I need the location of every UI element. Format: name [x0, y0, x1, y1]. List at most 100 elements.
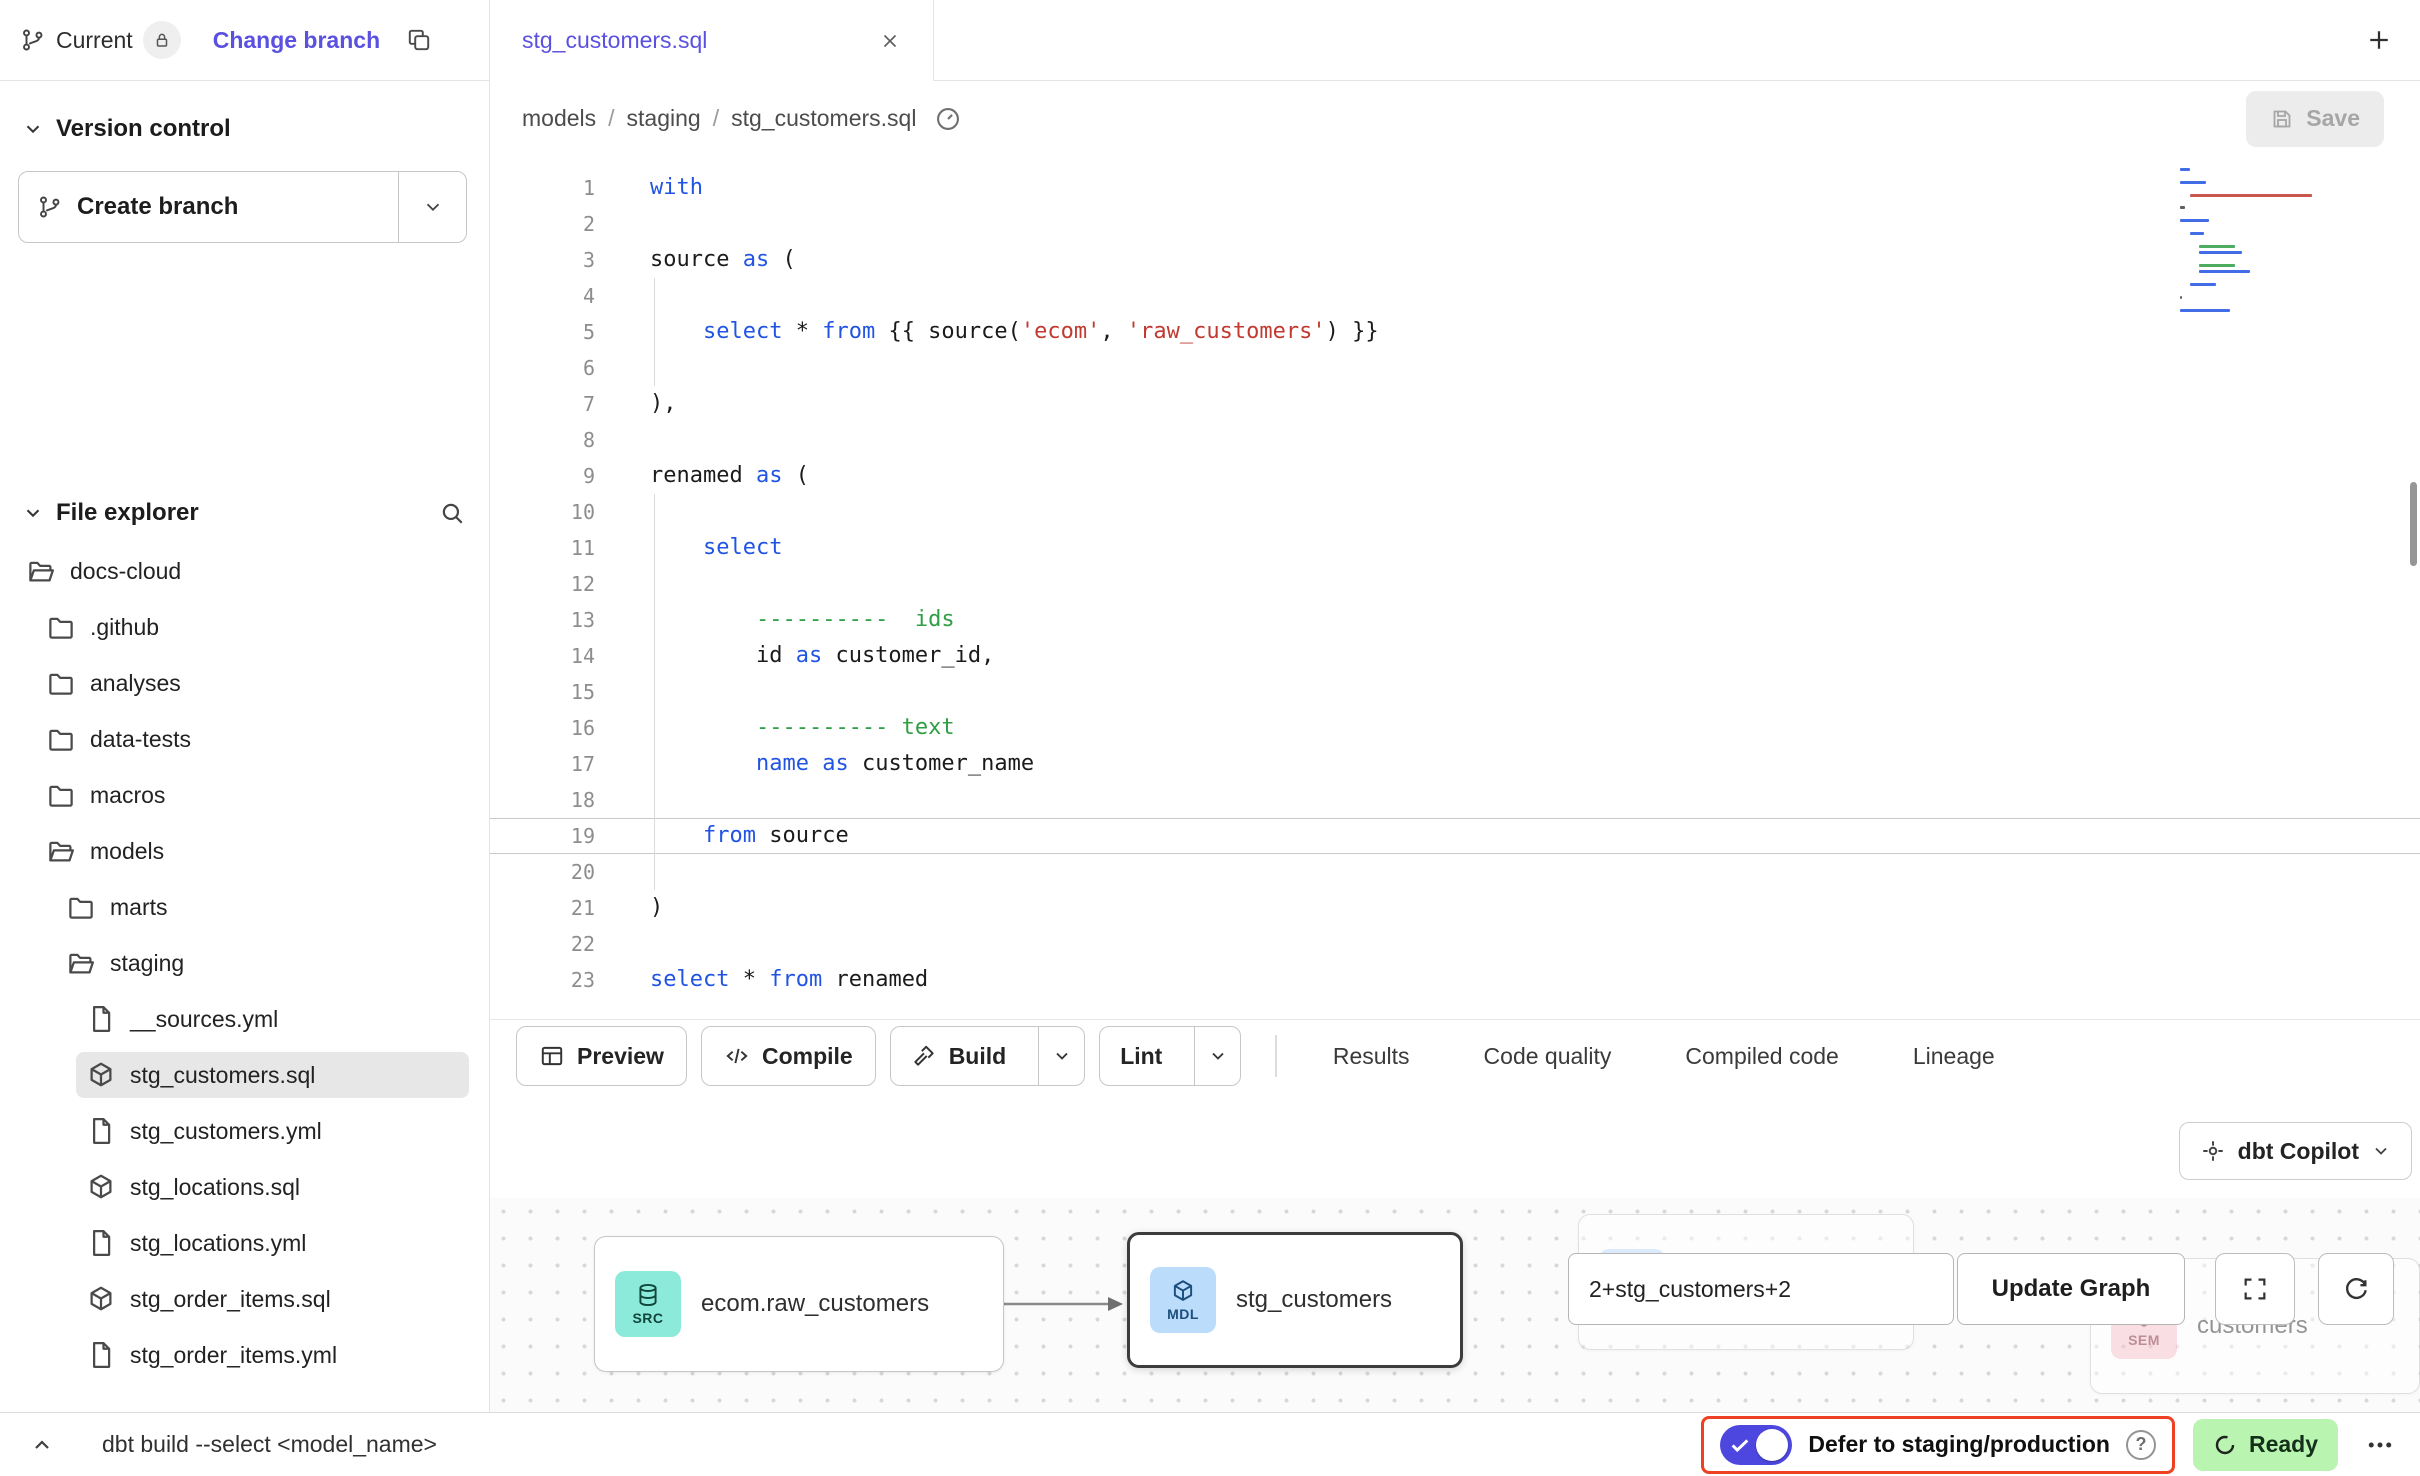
code-line[interactable]: 3source as (: [490, 242, 2420, 278]
lineage-node-source[interactable]: SRC ecom.raw_customers: [594, 1236, 1004, 1372]
lineage-selector-input[interactable]: [1568, 1253, 1954, 1325]
file-tree-item[interactable]: .github: [0, 599, 489, 655]
breadcrumb-item[interactable]: staging: [627, 105, 701, 132]
copy-icon[interactable]: [406, 27, 432, 53]
file-tree-item[interactable]: stg_order_items.yml: [0, 1327, 489, 1383]
code-line[interactable]: 12: [490, 566, 2420, 602]
git-branch-icon: [20, 27, 46, 53]
save-button[interactable]: Save: [2246, 91, 2384, 147]
lint-dropdown[interactable]: [1194, 1027, 1240, 1085]
code-line[interactable]: 2: [490, 206, 2420, 242]
create-branch-button[interactable]: Create branch: [18, 171, 467, 243]
dbt-copilot-button[interactable]: dbt Copilot: [2179, 1122, 2412, 1180]
close-tab-icon[interactable]: [879, 30, 901, 52]
refresh-button[interactable]: [2318, 1253, 2394, 1325]
file-tree-item[interactable]: stg_customers.sql: [0, 1047, 489, 1103]
chevron-up-icon[interactable]: [30, 1433, 54, 1457]
file-tree-item[interactable]: data-tests: [0, 711, 489, 767]
editor-tab-stg-customers[interactable]: stg_customers.sql: [490, 0, 934, 81]
code-line[interactable]: 16 ---------- text: [490, 710, 2420, 746]
fullscreen-button[interactable]: [2215, 1253, 2295, 1325]
code-text: [595, 494, 650, 530]
lint-button[interactable]: Lint: [1100, 1027, 1182, 1085]
line-number: 21: [490, 890, 595, 926]
code-line[interactable]: 5 select * from {{ source('ecom', 'raw_c…: [490, 314, 2420, 350]
change-branch-link[interactable]: Change branch: [213, 27, 380, 54]
build-button[interactable]: Build: [891, 1027, 1027, 1085]
file-name: models: [90, 838, 164, 865]
current-branch-label: Current: [56, 27, 133, 54]
file-icon: [86, 1228, 116, 1258]
code-text: ---------- text: [595, 710, 955, 746]
breadcrumb-item[interactable]: models: [522, 105, 596, 132]
preview-button[interactable]: Preview: [516, 1026, 687, 1086]
code-editor[interactable]: 1with23source as (45 select * from {{ so…: [490, 156, 2420, 1019]
file-tree-item[interactable]: stg_order_items.sql: [0, 1271, 489, 1327]
editor-scrollbar[interactable]: [2410, 482, 2417, 566]
defer-toggle[interactable]: [1720, 1425, 1792, 1465]
code-text: renamed as (: [595, 458, 809, 494]
model-badge: MDL: [1150, 1267, 1216, 1333]
code-line[interactable]: 10: [490, 494, 2420, 530]
code-line[interactable]: 7),: [490, 386, 2420, 422]
code-line[interactable]: 21): [490, 890, 2420, 926]
build-split-button: Build: [890, 1026, 1086, 1086]
code-line[interactable]: 20: [490, 854, 2420, 890]
more-options-icon[interactable]: [2354, 1419, 2406, 1471]
badge-label: MDL: [1167, 1306, 1199, 1322]
file-name: macros: [90, 782, 165, 809]
tab-lineage[interactable]: Lineage: [1909, 1020, 1999, 1092]
tab-compiled-code[interactable]: Compiled code: [1681, 1020, 1842, 1092]
code-line[interactable]: 17 name as customer_name: [490, 746, 2420, 782]
file-tree-item[interactable]: stg_locations.yml: [0, 1215, 489, 1271]
code-line[interactable]: 19 from source: [490, 818, 2420, 854]
file-tree-item[interactable]: stg_customers.yml: [0, 1103, 489, 1159]
code-line[interactable]: 4: [490, 278, 2420, 314]
code-line[interactable]: 11 select: [490, 530, 2420, 566]
tab-code-quality[interactable]: Code quality: [1480, 1020, 1616, 1092]
build-dropdown[interactable]: [1038, 1027, 1084, 1085]
breadcrumb-separator: /: [713, 105, 719, 132]
code-line[interactable]: 6: [490, 350, 2420, 386]
code-line[interactable]: 8: [490, 422, 2420, 458]
file-name: stg_order_items.yml: [130, 1342, 337, 1369]
code-line[interactable]: 13 ---------- ids: [490, 602, 2420, 638]
search-icon[interactable]: [439, 500, 465, 526]
file-tree-item[interactable]: stg_locations.sql: [0, 1159, 489, 1215]
update-graph-button[interactable]: Update Graph: [1957, 1253, 2185, 1325]
code-line[interactable]: 18: [490, 782, 2420, 818]
lineage-node-stg-customers[interactable]: MDL stg_customers: [1127, 1232, 1463, 1368]
compile-button[interactable]: Compile: [701, 1026, 876, 1086]
file-tree-item[interactable]: docs-cloud: [0, 543, 489, 599]
file-tree-item[interactable]: staging: [0, 935, 489, 991]
create-branch-dropdown[interactable]: [398, 172, 466, 242]
version-control-header[interactable]: Version control: [0, 81, 489, 143]
file-explorer-header[interactable]: File explorer: [0, 481, 489, 527]
create-branch-main[interactable]: Create branch: [19, 172, 398, 242]
help-icon[interactable]: ?: [2126, 1430, 2156, 1460]
code-line[interactable]: 22: [490, 926, 2420, 962]
code-line[interactable]: 15: [490, 674, 2420, 710]
file-tree-item[interactable]: marts: [0, 879, 489, 935]
new-tab-icon[interactable]: [2364, 25, 2394, 55]
file-tree-item[interactable]: __sources.yml: [0, 991, 489, 1047]
code-line[interactable]: 1with: [490, 170, 2420, 206]
file-tree-item[interactable]: analyses: [0, 655, 489, 711]
breadcrumb-item[interactable]: stg_customers.sql: [731, 105, 916, 132]
defer-label: Defer to staging/production: [1808, 1431, 2110, 1458]
file-tree-item[interactable]: macros: [0, 767, 489, 823]
version-control-title: Version control: [56, 115, 231, 143]
code-line[interactable]: 9renamed as (: [490, 458, 2420, 494]
tab-results[interactable]: Results: [1329, 1020, 1414, 1092]
line-number: 5: [490, 314, 595, 350]
code-line[interactable]: 23select * from renamed: [490, 962, 2420, 998]
code-line[interactable]: 14 id as customer_id,: [490, 638, 2420, 674]
code-text: [595, 278, 650, 314]
code-text: [595, 206, 650, 242]
lineage-panel[interactable]: MDL customers SEM customers SRC: [490, 1198, 2420, 1412]
minimap[interactable]: [2180, 168, 2320, 315]
file-tree-item[interactable]: models: [0, 823, 489, 879]
editor-toolbar: Preview Compile Build Lint: [490, 1019, 2420, 1092]
chevron-down-icon: [1052, 1046, 1072, 1066]
code-text: [595, 854, 650, 890]
